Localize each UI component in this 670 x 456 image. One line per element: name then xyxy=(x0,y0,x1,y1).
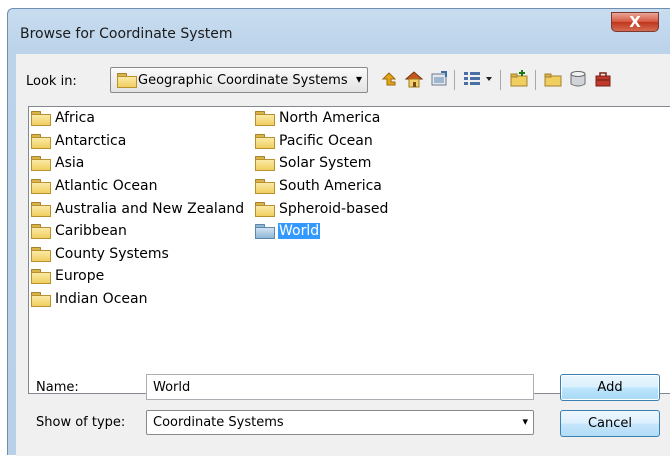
folder-icon xyxy=(255,110,275,126)
folder-icon xyxy=(31,291,51,307)
folder-icon xyxy=(31,201,51,217)
list-item-label: Antarctica xyxy=(55,132,127,149)
background-strip xyxy=(0,0,670,8)
toolbar-separator xyxy=(500,70,501,90)
folder-icon xyxy=(31,246,51,262)
name-label: Name: xyxy=(36,380,79,395)
home-icon[interactable] xyxy=(403,68,425,90)
list-item[interactable]: Solar System xyxy=(255,152,372,173)
title-bar[interactable]: Browse for Coordinate System X xyxy=(8,9,670,55)
folder-icon xyxy=(31,110,51,126)
list-item-label: County Systems xyxy=(55,245,169,262)
list-item[interactable]: South America xyxy=(255,175,383,196)
add-button[interactable]: Add xyxy=(560,374,660,401)
list-item[interactable]: Spheroid-based xyxy=(255,198,389,219)
browse-dialog: Browse for Coordinate System X Look in: … xyxy=(7,8,670,456)
list-item-label: Pacific Ocean xyxy=(279,132,373,149)
up-folder-icon[interactable] xyxy=(378,68,400,90)
list-item[interactable]: Asia xyxy=(31,152,85,173)
toolbar-separator xyxy=(535,70,536,90)
list-item-label: South America xyxy=(279,177,382,194)
list-item-label: Atlantic Ocean xyxy=(55,177,158,194)
cancel-button[interactable]: Cancel xyxy=(560,410,660,437)
folder-icon xyxy=(255,201,275,217)
look-in-label: Look in: xyxy=(26,74,77,89)
chevron-down-icon: ▾ xyxy=(355,72,362,86)
list-item[interactable]: Australia and New Zealand xyxy=(31,198,245,219)
type-dropdown[interactable]: Coordinate Systems ▾ xyxy=(146,410,534,435)
look-in-value: Geographic Coordinate Systems xyxy=(138,73,348,88)
list-item[interactable]: Pacific Ocean xyxy=(255,130,374,151)
database-icon[interactable] xyxy=(567,68,589,90)
name-field[interactable]: World xyxy=(146,374,534,400)
new-folder-icon[interactable] xyxy=(508,68,530,90)
look-in-dropdown[interactable]: Geographic Coordinate Systems ▾ xyxy=(110,67,368,93)
dialog-body: Look in: Geographic Coordinate Systems ▾ xyxy=(16,54,670,456)
list-item-label: Spheroid-based xyxy=(279,200,389,217)
folder-icon xyxy=(31,133,51,149)
list-item[interactable]: North America xyxy=(255,107,381,128)
close-button[interactable]: X xyxy=(611,12,659,32)
list-item-label: Europe xyxy=(55,267,105,284)
list-item[interactable]: Antarctica xyxy=(31,130,127,151)
file-list[interactable]: Africa Antarctica Asia Atlantic Ocean Au… xyxy=(28,106,670,394)
list-item-label: Asia xyxy=(55,154,85,171)
folder-icon xyxy=(255,178,275,194)
folder-icon xyxy=(255,223,275,239)
folder-icon xyxy=(255,133,275,149)
folder-icon xyxy=(31,223,51,239)
list-item[interactable]: Africa xyxy=(31,107,96,128)
folder-icon[interactable] xyxy=(542,68,564,90)
list-item-label: Caribbean xyxy=(55,222,127,239)
list-item-label: Africa xyxy=(55,109,95,126)
toolbox-icon[interactable] xyxy=(592,68,614,90)
folder-icon xyxy=(31,178,51,194)
list-item[interactable]: Caribbean xyxy=(31,220,128,241)
list-item[interactable]: County Systems xyxy=(31,243,170,264)
list-item-label: North America xyxy=(279,109,381,126)
list-item[interactable]: Atlantic Ocean xyxy=(31,175,158,196)
list-item-label: World xyxy=(278,222,321,239)
folder-icon xyxy=(31,155,51,171)
type-label: Show of type: xyxy=(36,415,126,430)
list-item[interactable]: Europe xyxy=(31,265,105,286)
list-item-selected[interactable]: World xyxy=(255,220,321,241)
close-icon: X xyxy=(629,13,641,31)
folder-icon xyxy=(31,268,51,284)
toolbar-separator xyxy=(454,70,455,90)
list-item-label: Indian Ocean xyxy=(55,290,148,307)
list-item[interactable]: Indian Ocean xyxy=(31,288,148,309)
list-item-label: Solar System xyxy=(279,154,372,171)
chevron-down-icon: ▾ xyxy=(522,415,528,428)
window-title: Browse for Coordinate System xyxy=(20,26,233,42)
view-menu-icon[interactable] xyxy=(461,68,495,90)
list-item-label: Australia and New Zealand xyxy=(55,200,245,217)
folder-icon xyxy=(117,73,137,88)
connect-folder-icon[interactable] xyxy=(428,68,450,90)
type-value: Coordinate Systems xyxy=(153,415,284,430)
folder-icon xyxy=(255,155,275,171)
